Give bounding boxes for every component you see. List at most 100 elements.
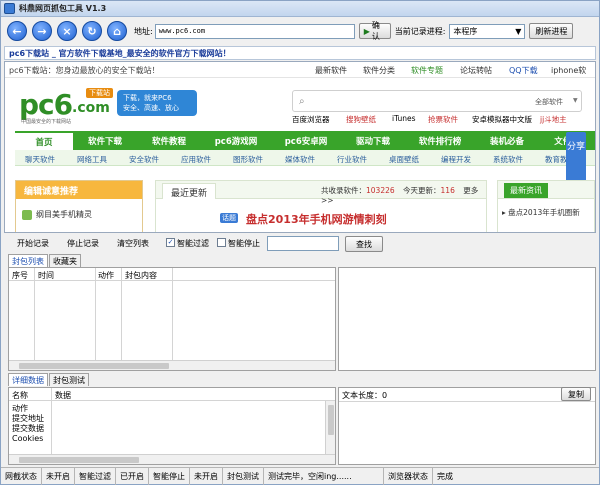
subnav-item[interactable]: 系统软件 (493, 154, 523, 165)
scrollbar-thumb[interactable] (19, 363, 169, 369)
slogan-line: 下载，就来PC6 (123, 94, 172, 102)
hot-link[interactable]: 抢票软件 (428, 114, 458, 125)
smart-filter-checkbox[interactable]: ✓ (166, 238, 175, 247)
tab-latest[interactable]: 最近更新 (162, 183, 217, 199)
app-window: 科鼎网页抓包工具 V1.3 ← → × ↻ ⌂ 地址: www.pc6.com … (0, 0, 600, 485)
nav-item[interactable]: 软件排行榜 (405, 131, 475, 150)
web-browser-view[interactable]: pc6下载站：您身边最放心的安全下载站！ 最新软件 软件分类 软件专题 论坛转帖… (4, 61, 596, 233)
news-title[interactable]: 最新资讯 (504, 183, 548, 198)
subnav-item[interactable]: 安全软件 (129, 154, 159, 165)
column-header[interactable]: 动作 (98, 270, 114, 281)
go-button[interactable]: ▶ 确认 (358, 21, 391, 41)
process-select-value: 本程序 (453, 26, 478, 36)
home-button[interactable]: ⌂ (107, 21, 127, 41)
nav-item[interactable]: 软件教程 (137, 131, 201, 150)
status-label: 网截状态 (1, 468, 42, 485)
refresh-button[interactable]: ↻ (82, 21, 102, 41)
detail-vscrollbar[interactable] (325, 401, 335, 454)
site-slogan: 下载，就来PC6 安全、高速、放心 (117, 90, 197, 116)
nav-item-home[interactable]: 首页 (15, 131, 73, 150)
detail-tabs: 详细数据 封包测试 (8, 373, 90, 386)
subnav-item[interactable]: 应用软件 (181, 154, 211, 165)
site-topline: pc6下载站：您身边最放心的安全下载站！ 最新软件 软件分类 软件专题 论坛转帖… (5, 62, 595, 78)
toplink[interactable]: 最新软件 (315, 65, 347, 76)
nav-item[interactable]: 装机必备 (475, 131, 539, 150)
detail-table[interactable]: 名称 数据 动作 提交地址 提交数据 Cookies (8, 387, 336, 465)
detail-hscrollbar[interactable] (9, 454, 335, 464)
subnav-item[interactable]: 聊天软件 (25, 154, 55, 165)
status-value: 未开启 (42, 468, 75, 485)
column-divider (34, 268, 35, 360)
find-input[interactable] (267, 236, 339, 251)
tab-packet-list[interactable]: 封包列表 (8, 254, 48, 267)
clear-list-button[interactable]: 清空列表 (117, 238, 149, 249)
stats-label: 今天更新： (403, 186, 441, 195)
headline-link[interactable]: 盘点2013年手机网游情刺刻 (246, 211, 387, 227)
tab-favorites[interactable]: 收藏夹 (49, 254, 81, 267)
hot-link[interactable]: jj斗地主 (540, 114, 567, 125)
packet-content-view[interactable] (338, 267, 596, 371)
refresh-process-button[interactable]: 刷新进程 (529, 23, 574, 39)
smart-filter-label: 智能过滤 (177, 239, 209, 248)
site-search-input[interactable]: ⌕ 全部软件 ▼ (292, 90, 582, 112)
recommend-item[interactable]: 纲目美手机精灵 (22, 209, 92, 220)
stats-count: 103226 (366, 186, 395, 195)
tab-packet-test[interactable]: 封包测试 (49, 373, 89, 386)
find-button[interactable]: 查找 (345, 236, 383, 252)
detail-row-label[interactable]: 提交地址 (12, 414, 44, 424)
address-input[interactable]: www.pc6.com (154, 23, 355, 39)
tab-detail-data[interactable]: 详细数据 (8, 373, 48, 386)
process-select[interactable]: 本程序 ▼ (449, 23, 526, 39)
column-header[interactable]: 数据 (55, 390, 71, 401)
text-viewer-header: 文本长度：0 复制 (339, 387, 595, 402)
hot-link[interactable]: iTunes (392, 114, 416, 123)
toplink[interactable]: QQ下载 (509, 65, 538, 76)
column-header[interactable]: 序号 (12, 270, 28, 281)
hot-link[interactable]: 安卓模拟器中文版 (472, 114, 532, 125)
nav-item[interactable]: pc6安卓网 (271, 131, 341, 150)
status-label: 智能过滤 (75, 468, 116, 485)
packet-list-table[interactable]: 序号 时间 动作 封包内容 (8, 267, 336, 371)
subnav-item[interactable]: 桌面壁纸 (389, 154, 419, 165)
detail-row-label[interactable]: Cookies (12, 434, 44, 444)
detail-header: 名称 数据 (9, 388, 335, 401)
nav-item[interactable]: 软件下载 (73, 131, 137, 150)
scrollbar-thumb[interactable] (328, 405, 334, 435)
column-header[interactable]: 名称 (12, 390, 28, 401)
toplink[interactable]: iphone软 (551, 65, 586, 76)
news-item[interactable]: ▸ 盘点2013年手机圈新 (502, 207, 580, 218)
hot-link[interactable]: 百度浏览器 (292, 114, 330, 125)
start-record-button[interactable]: 开始记录 (17, 238, 49, 249)
copy-button[interactable]: 复制 (561, 387, 591, 401)
toplink[interactable]: 软件专题 (411, 65, 443, 76)
scrollbar-thumb[interactable] (19, 457, 139, 463)
subnav-item[interactable]: 网络工具 (77, 154, 107, 165)
column-divider (95, 268, 96, 360)
nav-item[interactable]: pc6游戏网 (201, 131, 271, 150)
subnav-item[interactable]: 图形软件 (233, 154, 263, 165)
packet-list-scrollbar[interactable] (9, 360, 335, 370)
back-button[interactable]: ← (7, 21, 27, 41)
search-category[interactable]: 全部软件 (535, 97, 563, 107)
forward-button[interactable]: → (32, 21, 52, 41)
toplink[interactable]: 软件分类 (363, 65, 395, 76)
detail-row-label[interactable]: 提交数据 (12, 424, 44, 434)
status-value: 完成 (437, 472, 453, 481)
column-header[interactable]: 时间 (38, 270, 54, 281)
nav-item[interactable]: 驱动下载 (341, 131, 405, 150)
logo-text: pc6 (19, 88, 73, 121)
stop-button[interactable]: × (57, 21, 77, 41)
smart-stop-checkbox[interactable] (217, 238, 226, 247)
subnav-item[interactable]: 媒体软件 (285, 154, 315, 165)
stop-record-button[interactable]: 停止记录 (67, 238, 99, 249)
hot-link[interactable]: 搜狗壁纸 (346, 114, 376, 125)
detail-row-label[interactable]: 动作 (12, 404, 44, 414)
text-viewer[interactable]: 文本长度：0 复制 (338, 387, 596, 465)
toplink[interactable]: 论坛转帖 (460, 65, 492, 76)
nav-toolbar: ← → × ↻ ⌂ 地址: www.pc6.com ▶ 确认 当前记录进程: 本… (1, 18, 599, 44)
subnav-item[interactable]: 行业软件 (337, 154, 367, 165)
subnav-item[interactable]: 编程开发 (441, 154, 471, 165)
logo-badge: 下载站 (86, 88, 113, 98)
column-header[interactable]: 封包内容 (125, 270, 157, 281)
capture-controls: 开始记录 停止记录 清空列表 ✓ 智能过滤 智能停止 查找 (1, 235, 599, 253)
